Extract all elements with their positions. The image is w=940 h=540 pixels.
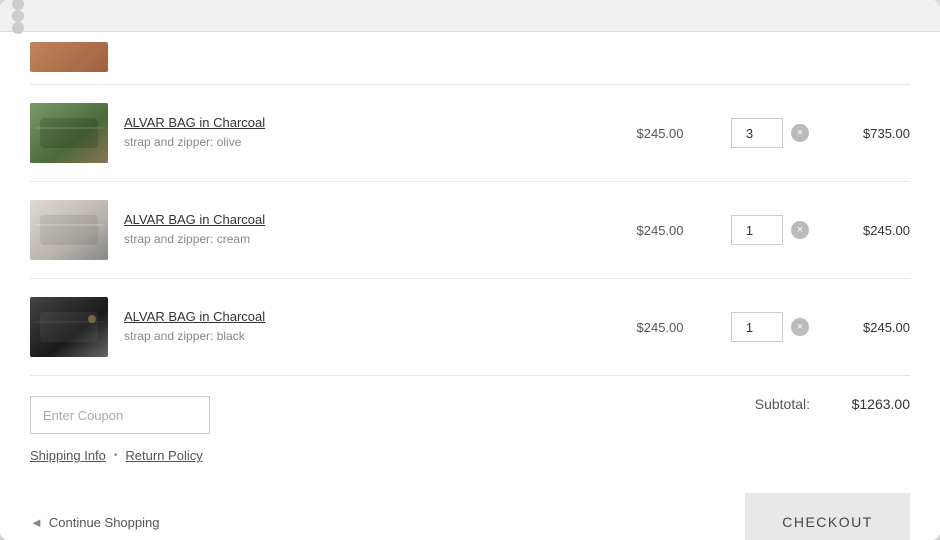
quantity-input[interactable] <box>731 312 783 342</box>
product-info: ALVAR BAG in Charcoal strap and zipper: … <box>124 212 600 248</box>
product-name[interactable]: ALVAR BAG in Charcoal <box>124 115 600 130</box>
product-image-black <box>30 297 108 357</box>
app-window: ALVAR BAG in Charcoal strap and zipper: … <box>0 0 940 540</box>
product-price: $245.00 <box>600 223 720 238</box>
product-info: ALVAR BAG in Charcoal strap and zipper: … <box>124 309 600 345</box>
product-name[interactable]: ALVAR BAG in Charcoal <box>124 212 600 227</box>
product-image-cream <box>30 200 108 260</box>
cart-row: ALVAR BAG in Charcoal strap and zipper: … <box>30 279 910 376</box>
cart-content: ALVAR BAG in Charcoal strap and zipper: … <box>0 32 940 540</box>
quantity-wrapper <box>720 215 820 245</box>
bottom-section: Shipping Info • Return Policy Subtotal: … <box>30 376 910 483</box>
cart-row: ALVAR BAG in Charcoal strap and zipper: … <box>30 182 910 279</box>
line-total: $245.00 <box>820 320 910 335</box>
quantity-wrapper <box>720 118 820 148</box>
product-info: ALVAR BAG in Charcoal strap and zipper: … <box>124 115 600 151</box>
close-dot <box>12 0 24 10</box>
cart-row: ALVAR BAG in Charcoal strap and zipper: … <box>30 85 910 182</box>
footer-row: ◄ Continue Shopping CHECKOUT <box>30 483 910 540</box>
partial-product-image <box>30 42 108 72</box>
remove-button[interactable] <box>791 318 809 336</box>
quantity-input[interactable] <box>731 118 783 148</box>
product-variant: strap and zipper: cream <box>124 232 250 246</box>
product-name[interactable]: ALVAR BAG in Charcoal <box>124 309 600 324</box>
partial-cart-row <box>30 32 910 85</box>
line-total: $245.00 <box>820 223 910 238</box>
product-variant: strap and zipper: olive <box>124 135 241 149</box>
minimize-dot <box>12 10 24 22</box>
product-variant: strap and zipper: black <box>124 329 245 343</box>
title-bar <box>0 0 940 32</box>
remove-button[interactable] <box>791 124 809 142</box>
continue-shopping-label: Continue Shopping <box>49 515 160 530</box>
quantity-input[interactable] <box>731 215 783 245</box>
product-image-olive <box>30 103 108 163</box>
subtotal-label: Subtotal: <box>755 396 810 412</box>
continue-shopping-link[interactable]: ◄ Continue Shopping <box>30 515 159 530</box>
separator: • <box>114 450 118 461</box>
line-total: $735.00 <box>820 126 910 141</box>
subtotal-row: Subtotal: $1263.00 <box>755 396 910 412</box>
product-price: $245.00 <box>600 126 720 141</box>
left-bottom: Shipping Info • Return Policy <box>30 396 210 463</box>
checkout-button[interactable]: CHECKOUT <box>745 493 910 540</box>
return-policy-link[interactable]: Return Policy <box>125 448 202 463</box>
subtotal-amount: $1263.00 <box>830 396 910 412</box>
coupon-input[interactable] <box>30 396 210 434</box>
remove-button[interactable] <box>791 221 809 239</box>
traffic-lights <box>12 0 24 34</box>
product-price: $245.00 <box>600 320 720 335</box>
right-bottom: Subtotal: $1263.00 <box>755 396 910 412</box>
back-arrow-icon: ◄ <box>30 515 43 530</box>
quantity-wrapper <box>720 312 820 342</box>
shipping-info-link[interactable]: Shipping Info <box>30 448 106 463</box>
links-row: Shipping Info • Return Policy <box>30 448 210 463</box>
